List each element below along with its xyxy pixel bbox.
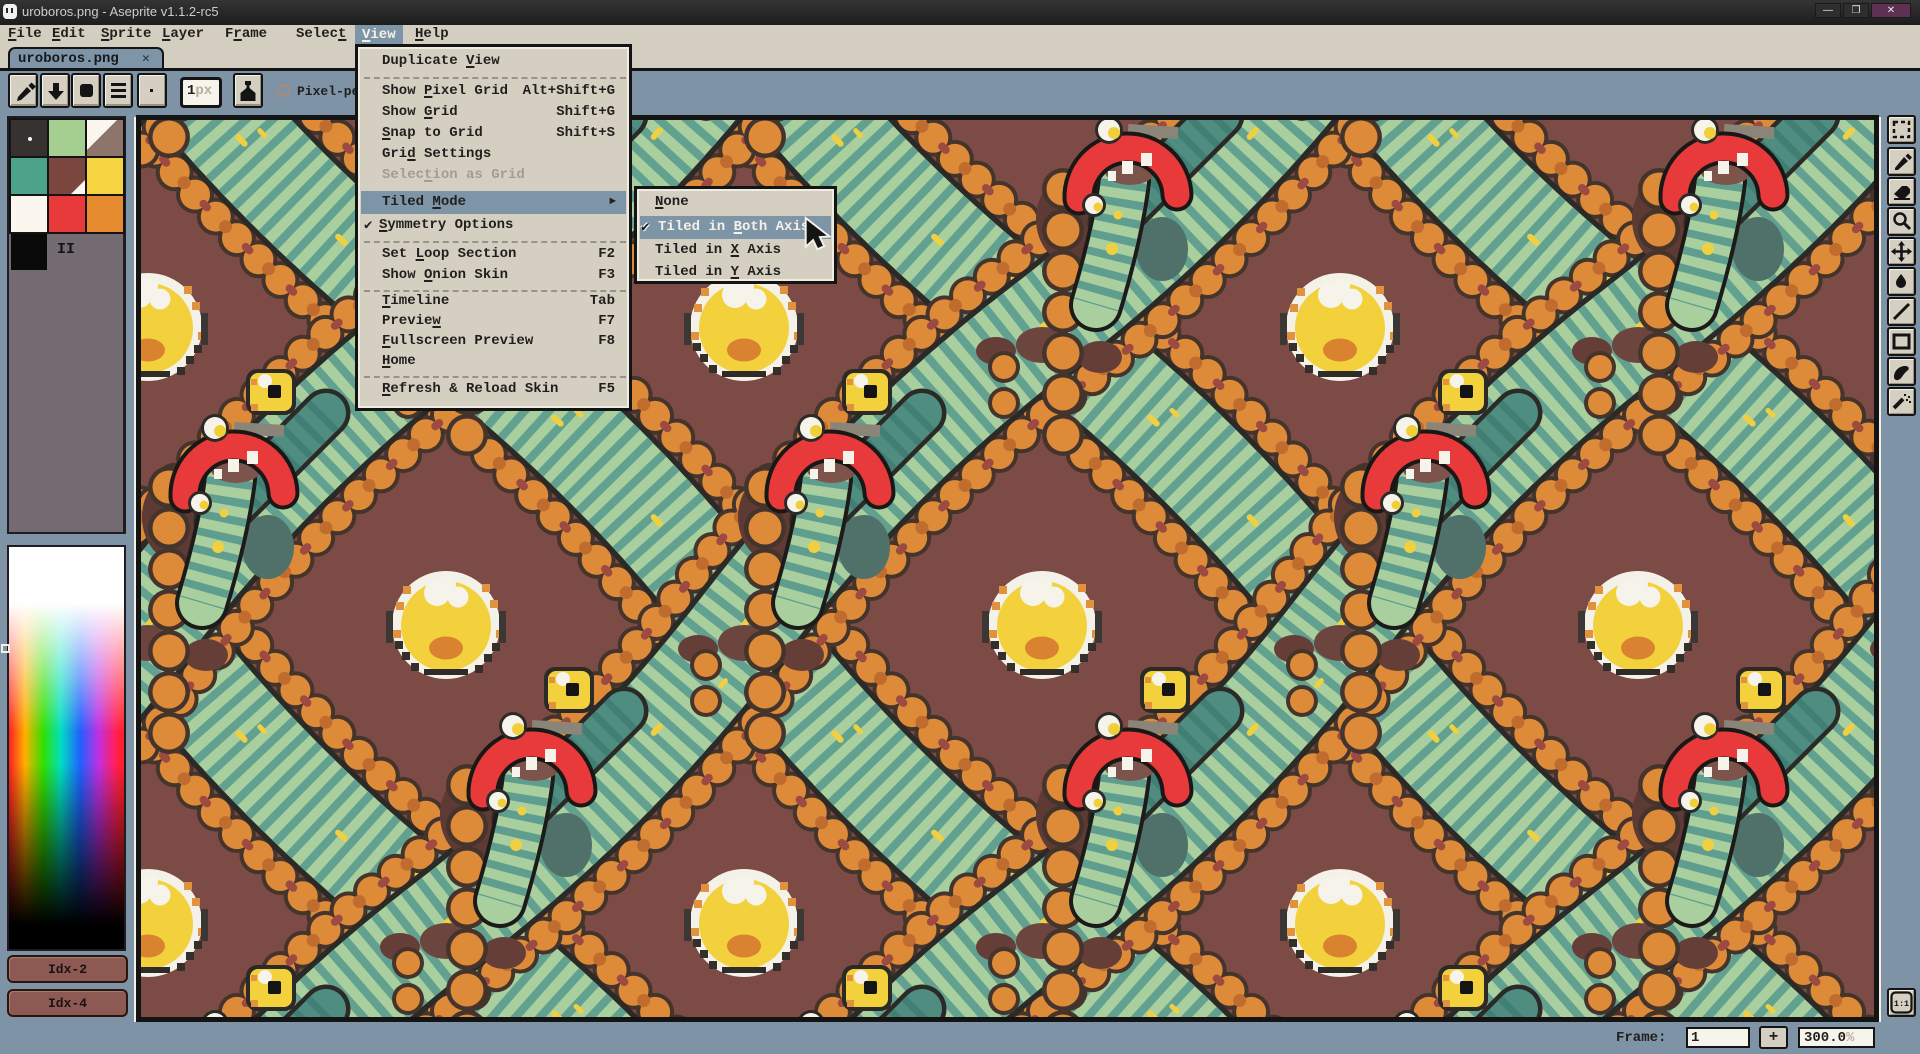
svg-text:1:1: 1:1 bbox=[1894, 999, 1909, 1009]
